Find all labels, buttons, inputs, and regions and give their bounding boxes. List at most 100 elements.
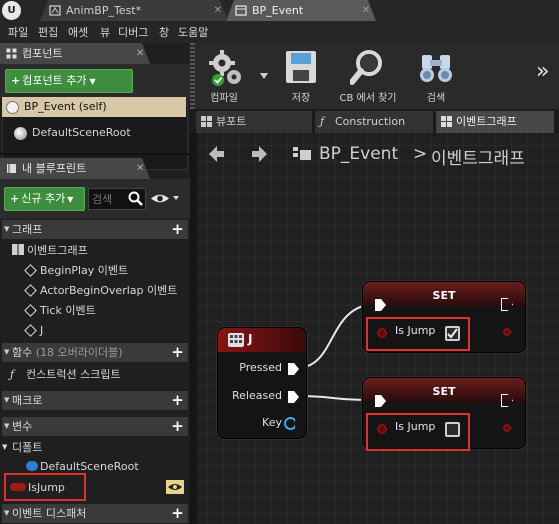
save-label: 저장: [291, 93, 311, 104]
overridable-count: (18 오버라이더블): [35, 346, 123, 359]
event-graph-icon: [441, 116, 452, 127]
add-new-button[interactable]: + 신규 추가 ▼: [4, 187, 85, 211]
node-title: J: [248, 332, 253, 346]
components-icon: [6, 48, 17, 59]
category-functions-label: 함수: [12, 346, 33, 359]
close-icon[interactable]: ✕: [136, 158, 144, 179]
plus-icon: +: [10, 192, 20, 205]
search-label: 검색: [426, 93, 446, 104]
input-event-node-j[interactable]: J Pressed Released Key: [217, 327, 307, 439]
tab-bp-event[interactable]: BP_Event ✕: [226, 0, 376, 21]
left-panel: 컴포넌트 ✕ + 컴포넌트 추가 ▼ BP_Event (self) Default…: [0, 43, 190, 524]
tab-label: BP_Event: [252, 4, 304, 17]
menu-file[interactable]: 파일: [8, 24, 28, 40]
category-functions[interactable]: ▼ 함수 (18 오버라이더블) +: [2, 343, 188, 362]
eye-visibility-icon[interactable]: [150, 191, 180, 206]
isjump-output-pin[interactable]: [503, 424, 511, 432]
key-struct-pin[interactable]: [284, 417, 296, 430]
tree-item-tick-label: Tick 이벤트: [40, 304, 96, 317]
my-blueprint-title: 내 블루프린트: [22, 162, 87, 175]
add-new-label: 신규 추가: [21, 192, 66, 205]
dropdown-arrow-icon: ▼: [67, 195, 74, 204]
exec-out-released-pin[interactable]: [288, 391, 299, 403]
menu-asset[interactable]: 애셋: [68, 24, 88, 40]
tab-viewport[interactable]: 뷰포트: [196, 111, 312, 133]
tree-item-tick[interactable]: Tick 이벤트: [0, 301, 188, 320]
tree-item-event-graph[interactable]: 이벤트그래프: [0, 241, 188, 260]
event-diamond-icon: [24, 284, 37, 297]
collapse-arrow-icon: ▼: [4, 225, 10, 233]
close-icon[interactable]: ✕: [362, 0, 370, 21]
function-icon: ƒ: [10, 368, 15, 381]
isjump-output-pin[interactable]: [503, 328, 511, 336]
toolbar-grip: [190, 43, 195, 109]
keyboard-icon: [228, 333, 244, 347]
component-defaultsceneroot[interactable]: DefaultSceneRoot: [10, 123, 194, 143]
components-panel-tab[interactable]: 컴포넌트 ✕: [0, 43, 150, 64]
tab-event-graph-label: 이벤트그래프: [456, 115, 517, 128]
component-self-label: BP_Event (self): [24, 100, 107, 113]
menu-help[interactable]: 도움말: [178, 24, 208, 40]
eye-visibility-icon[interactable]: [166, 480, 184, 494]
add-macro-icon[interactable]: +: [170, 393, 185, 408]
compile-options-arrow-icon[interactable]: [260, 73, 268, 79]
menu-view[interactable]: 뷰: [100, 24, 110, 40]
menu-edit[interactable]: 편집: [38, 24, 58, 40]
category-graphs[interactable]: ▼ 그래프 +: [2, 220, 188, 239]
category-variables-label: 변수: [12, 420, 33, 433]
add-function-icon[interactable]: +: [170, 345, 185, 360]
tree-item-j[interactable]: J: [0, 321, 188, 340]
component-self[interactable]: BP_Event (self): [2, 97, 186, 117]
collapse-arrow-icon: ▼: [2, 443, 8, 451]
animation-blueprint-icon: [49, 5, 61, 16]
event-diamond-icon: [24, 324, 37, 337]
title-bar: U AnimBP_Test* ✕ BP_Event ✕: [0, 0, 559, 21]
compile-label: 컴파일: [210, 93, 238, 104]
tab-event-graph[interactable]: 이벤트그래프: [436, 111, 554, 133]
highlight-isjump-box: [4, 473, 86, 501]
collapse-arrow-icon: ▼: [4, 396, 10, 404]
tree-item-construction-script[interactable]: ƒ 컨스트럭션 스크립트: [0, 365, 188, 384]
compile-button[interactable]: 컴파일: [198, 47, 250, 109]
unreal-logo-icon: U: [2, 1, 21, 20]
pin-pressed-label: Pressed: [239, 361, 282, 374]
viewport-grid-icon: [201, 116, 212, 127]
add-component-button[interactable]: + 컴포넌트 추가 ▼: [5, 69, 133, 93]
tree-item-beginplay[interactable]: BeginPlay 이벤트: [0, 261, 188, 280]
divider: [0, 153, 190, 155]
tree-item-default-category[interactable]: ▼ 디폴트: [0, 438, 188, 457]
exec-out-pressed-pin[interactable]: [288, 363, 299, 375]
dropdown-arrow-icon: ▼: [89, 77, 96, 86]
category-event-dispatchers-label: 이벤트 디스패처: [12, 507, 87, 520]
category-macros[interactable]: ▼ 매크로 +: [2, 391, 188, 410]
search-button[interactable]: 검색: [414, 47, 458, 109]
node-title: SET: [432, 289, 456, 302]
tree-item-default-category-label: 디폴트: [12, 441, 43, 454]
event-diamond-icon: [24, 304, 37, 317]
tab-construction[interactable]: ƒ Construction: [315, 111, 433, 133]
save-button[interactable]: 저장: [276, 47, 326, 109]
menu-debug[interactable]: 디버그: [118, 24, 148, 40]
main-toolbar: 컴파일 저장 CB 에서 찾기 검색 »: [190, 43, 559, 109]
category-event-dispatchers[interactable]: ▼ 이벤트 디스패처 +: [2, 504, 188, 523]
tree-item-actorbeginoverlap[interactable]: ActorBeginOverlap 이벤트: [0, 281, 188, 300]
collapse-arrow-icon: ▼: [4, 509, 10, 517]
search-icon[interactable]: [128, 191, 143, 206]
category-variables[interactable]: ▼ 변수 +: [2, 417, 188, 436]
add-graph-icon[interactable]: +: [170, 222, 185, 237]
node-title: SET: [432, 385, 456, 398]
tab-animbp-test[interactable]: AnimBP_Test* ✕: [40, 0, 228, 21]
tree-item-beginplay-label: BeginPlay 이벤트: [40, 264, 129, 277]
close-icon[interactable]: ✕: [214, 0, 222, 21]
add-event-dispatcher-icon[interactable]: +: [170, 506, 185, 521]
scene-component-icon: [14, 127, 27, 140]
add-variable-icon[interactable]: +: [170, 419, 185, 434]
menu-window[interactable]: 창: [159, 24, 169, 40]
my-blueprint-panel-tab[interactable]: 내 블루프린트 ✕: [0, 158, 150, 179]
event-graph-icon: [12, 244, 24, 255]
close-icon[interactable]: ✕: [136, 43, 144, 64]
find-in-content-browser-button[interactable]: CB 에서 찾기: [331, 47, 405, 109]
function-icon: ƒ: [320, 115, 325, 128]
toolbar-overflow-icon[interactable]: »: [536, 59, 549, 84]
tab-construction-label: Construction: [335, 115, 406, 128]
